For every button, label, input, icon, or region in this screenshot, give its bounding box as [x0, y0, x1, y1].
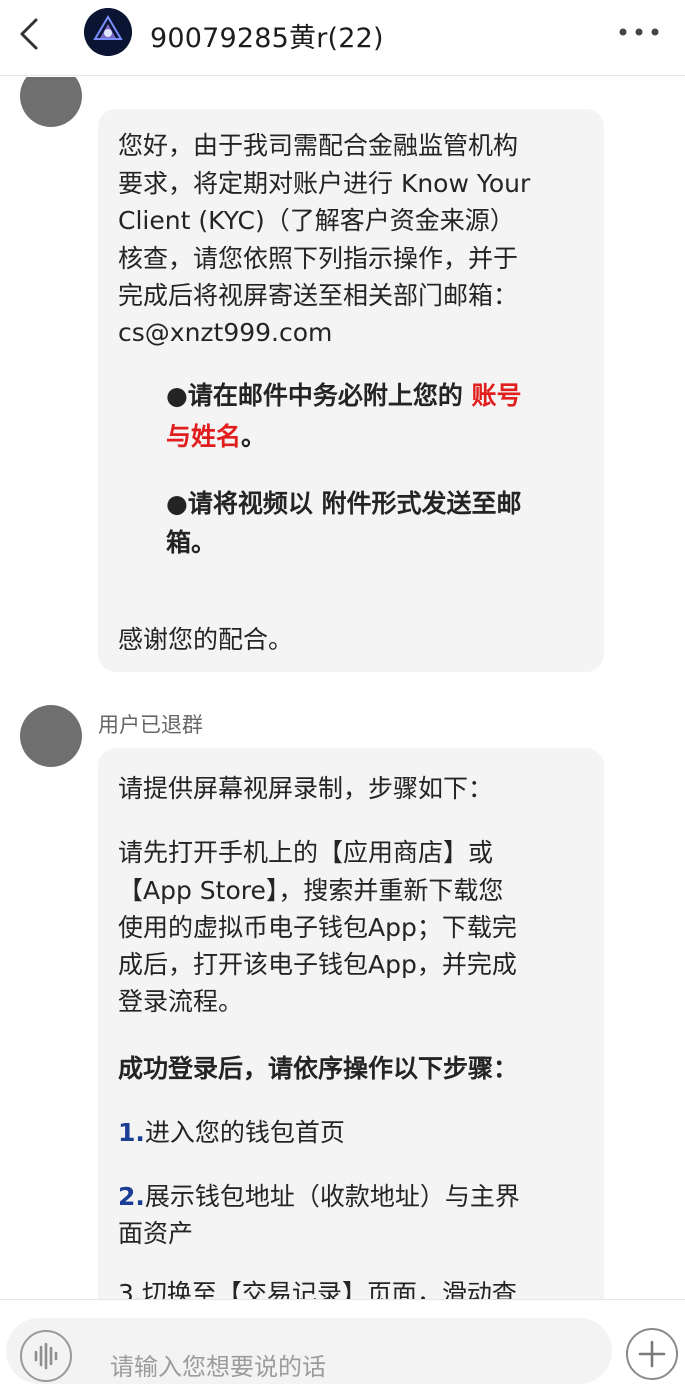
bullet-text: 。	[241, 422, 267, 451]
message-bubble[interactable]: 请提供屏幕视屏录制，步骤如下： 请先打开手机上的【应用商店】或 【App Sto…	[98, 748, 604, 1299]
bullet-line: ●请将视频以 附件形式发送至邮	[166, 489, 522, 518]
step-text: 面资产	[118, 1219, 194, 1248]
message-input-bar: 请输入您想要说的话	[0, 1299, 685, 1391]
step-item-partial: 3.切换至【交易记录】页面，滑动查	[118, 1279, 517, 1299]
back-arrow-icon[interactable]	[14, 14, 46, 54]
message-line: 请先打开手机上的【应用商店】或	[118, 838, 494, 867]
step-text: 进入您的钱包首页	[144, 1118, 345, 1147]
message-line: 要求，将定期对账户进行 Know Your	[118, 169, 531, 198]
message-line: 成后，打开该电子钱包App，并完成	[118, 950, 517, 979]
bullet-line: 箱。	[166, 528, 217, 557]
message-line: 完成后将视屏寄送至相关部门邮箱：	[118, 281, 519, 310]
plus-icon	[638, 1340, 666, 1368]
highlight-text: 与姓名	[166, 422, 242, 451]
message-list[interactable]: 您好，由于我司需配合金融监管机构 要求，将定期对账户进行 Know Your C…	[0, 77, 685, 1299]
message-line: 【App Store】，搜索并重新下载您	[118, 876, 504, 905]
step-item: 1.进入您的钱包首页	[118, 1114, 345, 1151]
message-line: 您好，由于我司需配合金融监管机构	[118, 131, 519, 160]
bullet-line: ●请在邮件中务必附上您的 账号	[166, 377, 522, 414]
sender-avatar[interactable]	[20, 705, 82, 767]
sender-avatar[interactable]	[20, 77, 82, 127]
more-options-icon[interactable]	[617, 20, 661, 44]
step-text: 展示钱包地址（收款地址）与主界	[144, 1182, 520, 1211]
input-placeholder: 请输入您想要说的话	[110, 1353, 326, 1381]
message-line: 核查，请您依照下列指示操作，并于	[118, 244, 519, 273]
sender-name: 用户已退群	[98, 713, 203, 737]
step-number: 1.	[118, 1118, 145, 1147]
steps-title: 成功登录后，请依序操作以下步骤：	[118, 1054, 519, 1083]
add-attachment-button[interactable]	[626, 1328, 678, 1380]
step-number: 2.	[118, 1182, 145, 1211]
bullet-text: ●请在邮件中务必附上您的	[166, 381, 463, 410]
message-bubble[interactable]: 您好，由于我司需配合金融监管机构 要求，将定期对账户进行 Know Your C…	[98, 109, 604, 672]
email-address[interactable]: cs@xnzt999.com	[118, 314, 332, 351]
message-line: 感谢您的配合。	[118, 625, 294, 654]
chat-title: 90079285黄r(22)	[150, 23, 384, 54]
highlight-text: 账号	[471, 381, 522, 410]
chat-header: 90079285黄r(22)	[0, 0, 685, 76]
voice-input-button[interactable]	[20, 1330, 72, 1382]
step-item: 2.展示钱包地址（收款地址）与主界	[118, 1178, 520, 1215]
message-line: 登录流程。	[118, 987, 244, 1016]
waveform-icon	[34, 1342, 58, 1370]
bullet-line: 与姓名。	[166, 418, 266, 455]
group-logo-icon	[84, 8, 132, 56]
message-line: Client (KYC)（了解客户资金来源）	[118, 206, 515, 235]
group-avatar[interactable]	[84, 8, 132, 56]
message-line: 使用的虚拟币电子钱包App；下载完	[118, 913, 517, 942]
message-line: 请提供屏幕视屏录制，步骤如下：	[118, 774, 494, 803]
